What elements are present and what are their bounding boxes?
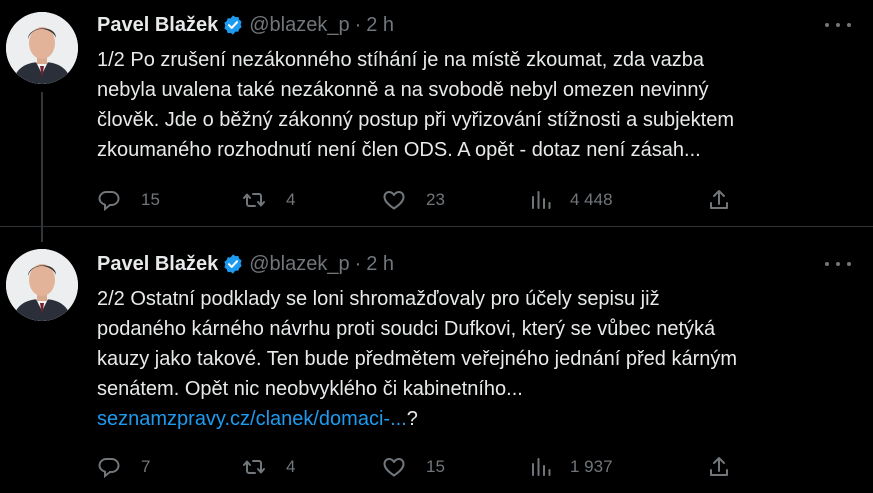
avatar[interactable]: [6, 12, 78, 84]
author-name[interactable]: Pavel Blažek: [97, 14, 218, 37]
tweet[interactable]: Pavel Blažek @blazek_p · 2 h 1/2 Po zruš…: [0, 0, 873, 226]
share-button[interactable]: [707, 452, 731, 482]
tweet-body: 1/2 Po zrušení nezákonného stíhání je na…: [97, 49, 734, 161]
share-icon: [707, 188, 731, 212]
retweet-button[interactable]: 4: [242, 452, 295, 482]
reply-icon: [97, 188, 121, 212]
separator-dot: ·: [354, 13, 362, 36]
like-icon: [382, 188, 406, 212]
timeline: Pavel Blažek @blazek_p · 2 h 1/2 Po zruš…: [0, 0, 873, 493]
link-suffix: ?: [406, 408, 418, 430]
timestamp[interactable]: 2 h: [366, 14, 394, 37]
reply-button[interactable]: 15: [97, 185, 160, 215]
retweet-count: 4: [286, 457, 296, 476]
reply-button[interactable]: 7: [97, 452, 150, 482]
author-handle[interactable]: @blazek_p: [249, 14, 349, 37]
separator-dot: ·: [354, 252, 362, 275]
reply-count: 7: [141, 457, 151, 476]
tweet-body: 2/2 Ostatní podklady se loni shromažďova…: [97, 288, 738, 400]
like-count: 23: [426, 190, 445, 209]
views-count: 1 937: [570, 457, 613, 476]
retweet-icon: [242, 455, 266, 479]
more-icon[interactable]: [825, 254, 851, 274]
reply-icon: [97, 455, 121, 479]
author-name[interactable]: Pavel Blažek: [97, 253, 218, 276]
tweet-actions: 15 4 23 4 448: [97, 185, 747, 215]
reply-count: 15: [141, 190, 160, 209]
avatar[interactable]: [6, 249, 78, 321]
share-button[interactable]: [707, 185, 731, 215]
tweet[interactable]: Pavel Blažek @blazek_p · 2 h 2/2 Ostatní…: [0, 227, 873, 493]
views-button[interactable]: 4 448: [529, 185, 613, 215]
views-icon: [529, 188, 553, 212]
like-button[interactable]: 15: [382, 452, 445, 482]
tweet-header: Pavel Blažek @blazek_p · 2 h: [97, 249, 394, 279]
tweet-link[interactable]: seznamzpravy.cz/clanek/domaci-...: [97, 408, 407, 430]
tweet-actions: 7 4 15 1 937: [97, 452, 747, 482]
author-handle[interactable]: @blazek_p: [249, 253, 349, 276]
verified-badge-icon[interactable]: [222, 14, 244, 36]
views-icon: [529, 455, 553, 479]
like-icon: [382, 455, 406, 479]
views-count: 4 448: [570, 190, 613, 209]
views-button[interactable]: 1 937: [529, 452, 613, 482]
verified-badge-icon[interactable]: [222, 253, 244, 275]
retweet-icon: [242, 188, 266, 212]
tweet-header: Pavel Blažek @blazek_p · 2 h: [97, 10, 394, 40]
like-count: 15: [426, 457, 445, 476]
retweet-button[interactable]: 4: [242, 185, 295, 215]
like-button[interactable]: 23: [382, 185, 445, 215]
timestamp[interactable]: 2 h: [366, 253, 394, 276]
tweet-text: 2/2 Ostatní podklady se loni shromažďova…: [97, 284, 857, 434]
retweet-count: 4: [286, 190, 296, 209]
tweet-text: 1/2 Po zrušení nezákonného stíhání je na…: [97, 45, 857, 165]
more-icon[interactable]: [825, 15, 851, 35]
share-icon: [707, 455, 731, 479]
